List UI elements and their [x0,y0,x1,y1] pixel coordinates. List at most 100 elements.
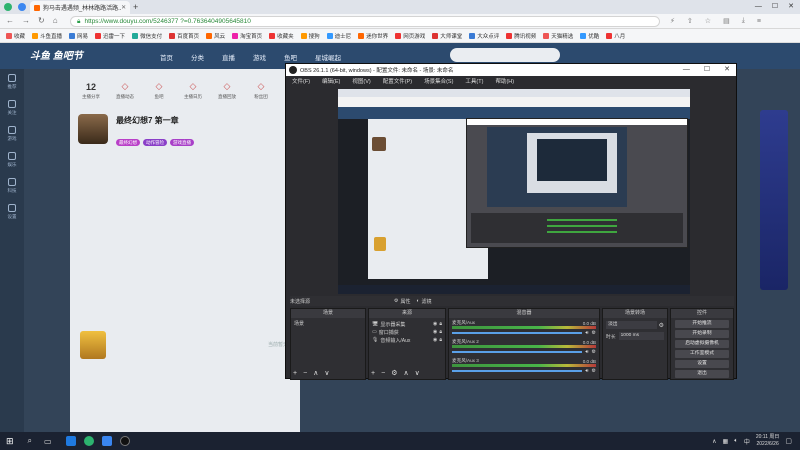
scene-item[interactable]: 场景 [294,320,362,328]
bookmark-item[interactable]: 迅雷一下 [95,32,125,40]
room-tag[interactable]: 动作冒险 [143,139,167,146]
right-side-ad[interactable] [760,110,788,290]
move-down-icon[interactable]: ∨ [324,369,329,377]
obs-close-icon[interactable]: ✕ [724,65,730,73]
home-icon[interactable]: ⌂ [53,16,58,25]
speaker-icon[interactable]: 🔊︎ [585,330,588,336]
streamer-avatar[interactable] [78,114,108,144]
room-stat[interactable]: 12 主播分享 [74,82,108,100]
source-up-icon[interactable]: ∧ [403,369,408,377]
tray-chevron-icon[interactable]: ∧ [712,438,716,445]
bookmark-item[interactable]: 八月 [606,32,625,40]
ime-indicator[interactable]: 中 [744,437,750,446]
rail-item[interactable]: 关注 [0,95,24,121]
site-nav-item[interactable]: 直播 [222,52,235,62]
share-icon[interactable]: ⇧ [687,17,693,25]
obs-menu-item[interactable]: 配置文件(P) [383,77,412,85]
obs-menu-item[interactable]: 文件(F) [292,77,310,85]
obs-minimize-icon[interactable]: — [683,66,690,73]
rail-item[interactable]: 科技 [0,173,24,199]
control-button[interactable]: 退出 [675,370,729,378]
bookmark-item[interactable]: 微信支付 [132,32,162,40]
source-down-icon[interactable]: ∨ [415,369,420,377]
settings-icon[interactable]: ≡ [757,18,761,25]
filters-button[interactable]: ◐ 滤镜 [417,298,432,305]
source-item[interactable]: ▭ 窗口捕获 ◉ 🔒︎ [372,328,442,336]
visibility-eye-icon[interactable]: ◉ [433,329,437,335]
bookmark-item[interactable]: 搜狗 [300,32,320,40]
reload-icon[interactable]: ↻ [38,16,45,25]
downloads-icon[interactable]: ⤓ [742,17,745,25]
volume-slider[interactable] [452,332,583,334]
start-icon[interactable]: ⊞ [6,436,14,447]
address-bar[interactable]: 🔒︎ https://www.douyu.com/5246377 ?=0.763… [70,16,660,27]
bookmark-item[interactable]: 网易 [69,32,88,40]
bookmark-item[interactable]: 风云 [206,32,225,40]
room-tag[interactable]: 游戏直播 [170,139,194,146]
rail-item[interactable]: 推荐 [0,69,24,95]
new-tab-icon[interactable]: + [133,2,138,12]
tab-close-icon[interactable]: ✕ [121,4,126,11]
room-tag[interactable]: 最终幻想 [116,139,140,146]
room-stat[interactable]: ◇ 直播动态 [108,81,142,100]
gift-badge-icon[interactable] [80,331,106,359]
volume-slider[interactable] [452,370,583,372]
add-scene-icon[interactable]: + [293,370,297,377]
rail-item[interactable]: 娱乐 [0,147,24,173]
transition-type-select[interactable]: 淡出 [606,321,657,329]
window-minimize-icon[interactable]: — [755,3,762,10]
control-button[interactable]: 开始推流 [675,320,729,328]
obs-maximize-icon[interactable]: ☐ [704,65,710,73]
site-nav-item[interactable]: 星城崛起 [315,52,341,62]
visibility-eye-icon[interactable]: ◉ [433,337,437,343]
source-item[interactable]: 🎙︎ 音频输入/Aux ◉ 🔒︎ [372,336,442,344]
room-stat[interactable]: ◇ 主播日历 [176,81,210,100]
star-icon[interactable]: ☆ [705,17,711,25]
lock-icon[interactable]: 🔒︎ [439,329,442,335]
room-stat[interactable]: ◇ 鱼吧 [142,81,176,100]
extension-icon[interactable]: ⚡ [670,17,675,25]
site-nav-item[interactable]: 首页 [160,52,173,62]
site-search-input[interactable] [450,48,560,62]
lock-icon[interactable]: 🔒︎ [439,321,442,327]
bookmark-item[interactable]: 百度首页 [169,32,199,40]
bookmark-item[interactable]: 网页游戏 [395,32,425,40]
bookmark-item[interactable]: 大众点评 [469,32,499,40]
site-nav-item[interactable]: 分类 [191,52,204,62]
mixer-gear-icon[interactable]: ⚙ [592,368,596,374]
control-button[interactable]: 启动虚拟摄像机 [675,340,729,348]
source-item[interactable]: 🖥︎ 显示器采集 ◉ 🔒︎ [372,320,442,328]
site-nav-item[interactable]: 游戏 [253,52,266,62]
obs-taskbar-icon[interactable] [119,436,130,446]
network-icon[interactable]: ▦ [723,438,729,445]
window-maximize-icon[interactable]: ☐ [772,2,778,10]
visibility-eye-icon[interactable]: ◉ [433,321,437,327]
duration-input[interactable]: 1000 ms [618,332,664,340]
bookmark-item[interactable]: 收藏夹 [269,32,294,40]
volume-slider[interactable] [452,351,583,353]
site-logo[interactable]: 斗鱼 鱼吧节 [30,47,83,62]
transition-settings-icon[interactable]: ⚙ [659,322,664,329]
control-button[interactable]: 开始录制 [675,330,729,338]
remove-scene-icon[interactable]: − [303,370,307,377]
site-nav-item[interactable]: 鱼吧 [284,52,297,62]
browser-tab[interactable]: 狗马击遇遇频_林林路路活路... ✕ [30,1,130,14]
window-close-icon[interactable]: ✕ [788,2,794,10]
back-icon[interactable]: ← [6,16,14,25]
task-view-icon[interactable]: ▭ [44,437,52,446]
speaker-icon[interactable]: 🔊︎ [585,349,588,355]
room-stat[interactable]: ◇ 粉丝团 [244,81,278,100]
add-source-icon[interactable]: + [371,370,375,377]
360-browser-icon[interactable] [83,436,94,446]
bookmark-item[interactable]: 迪士尼 [326,32,351,40]
obs-preview-canvas[interactable] [338,89,690,294]
source-settings-icon[interactable]: ⚙ [391,369,397,377]
obs-menu-item[interactable]: 帮助(H) [495,77,514,85]
control-button[interactable]: 工作室模式 [675,350,729,358]
obs-menu-item[interactable]: 工具(T) [465,77,483,85]
bookmark-item[interactable]: 斗鱼直播 [32,32,62,40]
control-button[interactable]: 设置 [675,360,729,368]
room-stat[interactable]: ◇ 直播回放 [210,81,244,100]
bookmark-item[interactable]: 天猫精选 [543,32,573,40]
forward-icon[interactable]: → [22,16,30,25]
